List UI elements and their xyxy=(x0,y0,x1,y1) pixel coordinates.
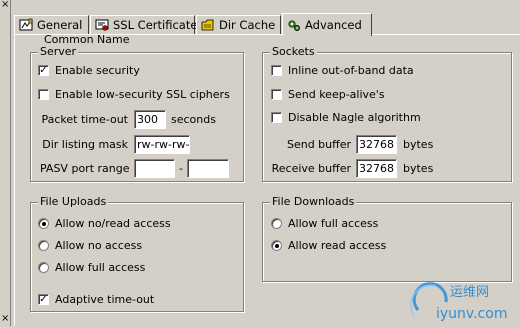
pasv-port-to-input[interactable] xyxy=(187,159,229,178)
tab-strip: General SSL Certificate Dir Cache Advanc… xyxy=(14,13,520,36)
tab-dir-cache[interactable]: Dir Cache xyxy=(196,15,281,34)
general-tab-icon xyxy=(19,18,33,32)
checkbox-box[interactable] xyxy=(271,89,282,100)
dir-listing-mask-label: Dir listing mask xyxy=(42,138,128,151)
radio-button[interactable] xyxy=(38,240,49,251)
radio-button[interactable] xyxy=(271,240,282,251)
keep-alive-checkbox[interactable]: Send keep-alive's xyxy=(271,88,385,101)
checkbox-label: Disable Nagle algorithm xyxy=(288,111,421,124)
seconds-unit-label: seconds xyxy=(171,113,216,126)
checkbox-box[interactable] xyxy=(271,65,282,76)
site-watermark-logo: 运维网 iyunv.com xyxy=(406,276,516,324)
bottom-close-icon[interactable]: × xyxy=(1,314,9,324)
checkbox-label: Enable low-security SSL ciphers xyxy=(55,88,230,101)
tab-label: SSL Certificate xyxy=(113,18,198,32)
ssl-certificate-icon xyxy=(95,18,109,32)
download-allow-full-radio[interactable]: Allow full access xyxy=(271,217,378,230)
checkbox-box[interactable]: ✓ xyxy=(38,65,49,76)
radio-label: Allow full access xyxy=(55,261,146,274)
adaptive-timeout-checkbox[interactable]: ✓ Adaptive time-out xyxy=(38,293,154,306)
radio-label: Allow read access xyxy=(288,239,387,252)
left-strip xyxy=(0,0,11,326)
radio-label: Allow full access xyxy=(288,217,379,230)
send-buffer-label: Send buffer xyxy=(286,138,351,151)
inline-oob-checkbox[interactable]: Inline out-of-band data xyxy=(271,64,414,77)
pasv-port-from-input[interactable] xyxy=(134,159,175,178)
dir-cache-icon xyxy=(201,18,215,32)
packet-timeout-input[interactable]: 300 xyxy=(134,110,166,129)
advanced-icon xyxy=(287,18,301,32)
send-buffer-unit: bytes xyxy=(403,138,434,151)
checkbox-box[interactable] xyxy=(38,89,49,100)
sockets-legend: Sockets xyxy=(270,45,317,58)
upload-allow-no-access-radio[interactable]: Allow no access xyxy=(38,239,142,252)
receive-buffer-label: Receive buffer xyxy=(271,162,351,175)
radio-label: Allow no access xyxy=(55,239,143,252)
download-allow-read-radio[interactable]: Allow read access xyxy=(271,239,386,252)
upload-allow-no-read-radio[interactable]: Allow no/read access xyxy=(38,217,171,230)
radio-button[interactable] xyxy=(38,262,49,273)
tab-label: Dir Cache xyxy=(219,18,276,32)
checkbox-label: Send keep-alive's xyxy=(288,88,385,101)
radio-button[interactable] xyxy=(38,218,49,229)
send-buffer-input[interactable]: 32768 xyxy=(356,135,397,154)
enable-security-checkbox[interactable]: ✓ Enable security xyxy=(38,64,140,77)
checkbox-label: Enable security xyxy=(55,64,140,77)
checkbox-box[interactable]: ✓ xyxy=(38,294,49,305)
svg-text:运维网: 运维网 xyxy=(450,285,489,300)
tab-label: Advanced xyxy=(305,18,362,32)
upload-allow-full-access-radio[interactable]: Allow full access xyxy=(38,261,145,274)
file-uploads-legend: File Uploads xyxy=(38,195,109,208)
tab-ssl-certificate[interactable]: SSL Certificate xyxy=(90,15,198,34)
receive-buffer-input[interactable]: 32768 xyxy=(356,159,397,178)
svg-text:iyunv.com: iyunv.com xyxy=(436,306,507,322)
dir-listing-mask-input[interactable]: rw-rw-rw- xyxy=(134,135,190,154)
pasv-port-range-label: PASV port range xyxy=(40,162,130,175)
tab-advanced[interactable]: Advanced xyxy=(282,13,372,36)
checkbox-label: Inline out-of-band data xyxy=(288,64,414,77)
checkbox-label: Adaptive time-out xyxy=(55,293,155,306)
server-legend: Server xyxy=(38,45,79,58)
file-downloads-legend: File Downloads xyxy=(270,195,357,208)
disable-nagle-checkbox[interactable]: Disable Nagle algorithm xyxy=(271,111,421,124)
checkbox-box[interactable] xyxy=(271,112,282,123)
tab-general[interactable]: General xyxy=(14,15,89,34)
tab-label: General xyxy=(37,18,83,32)
packet-timeout-label: Packet time-out xyxy=(41,113,128,126)
radio-button[interactable] xyxy=(271,218,282,229)
low-security-ciphers-checkbox[interactable]: Enable low-security SSL ciphers xyxy=(38,88,230,101)
radio-label: Allow no/read access xyxy=(55,217,171,230)
close-icon[interactable]: × xyxy=(1,0,9,10)
pasv-separator: - xyxy=(179,162,183,175)
receive-buffer-unit: bytes xyxy=(403,162,434,175)
